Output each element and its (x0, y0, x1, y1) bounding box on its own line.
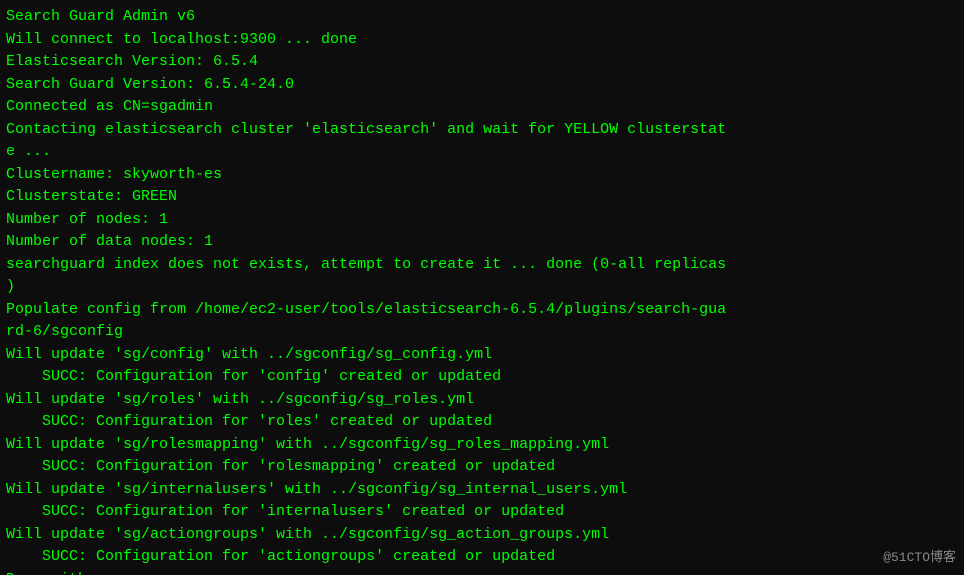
terminal-window: Search Guard Admin v6Will connect to loc… (0, 0, 964, 575)
terminal-line: Will update 'sg/roles' with ../sgconfig/… (6, 389, 958, 412)
terminal-output: Search Guard Admin v6Will connect to loc… (6, 6, 958, 575)
terminal-line: Will connect to localhost:9300 ... done (6, 29, 958, 52)
terminal-line: SUCC: Configuration for 'config' created… (6, 366, 958, 389)
watermark: @51CTO博客 (883, 548, 956, 568)
terminal-line: Number of data nodes: 1 (6, 231, 958, 254)
terminal-line: SUCC: Configuration for 'roles' created … (6, 411, 958, 434)
terminal-line: Will update 'sg/config' with ../sgconfig… (6, 344, 958, 367)
terminal-line: Contacting elasticsearch cluster 'elasti… (6, 119, 958, 164)
terminal-line: Search Guard Version: 6.5.4-24.0 (6, 74, 958, 97)
terminal-line: Search Guard Admin v6 (6, 6, 958, 29)
terminal-line: Clustername: skyworth-es (6, 164, 958, 187)
terminal-line: Populate config from /home/ec2-user/tool… (6, 299, 958, 344)
terminal-line: Will update 'sg/rolesmapping' with ../sg… (6, 434, 958, 457)
terminal-line: SUCC: Configuration for 'internalusers' … (6, 501, 958, 524)
terminal-line: Connected as CN=sgadmin (6, 96, 958, 119)
terminal-line: Clusterstate: GREEN (6, 186, 958, 209)
terminal-line: SUCC: Configuration for 'rolesmapping' c… (6, 456, 958, 479)
terminal-line: Will update 'sg/actiongroups' with ../sg… (6, 524, 958, 547)
terminal-line: searchguard index does not exists, attem… (6, 254, 958, 299)
terminal-line: Number of nodes: 1 (6, 209, 958, 232)
terminal-line: SUCC: Configuration for 'actiongroups' c… (6, 546, 958, 569)
terminal-line: Elasticsearch Version: 6.5.4 (6, 51, 958, 74)
terminal-line: Done with success (6, 569, 958, 575)
terminal-line: Will update 'sg/internalusers' with ../s… (6, 479, 958, 502)
